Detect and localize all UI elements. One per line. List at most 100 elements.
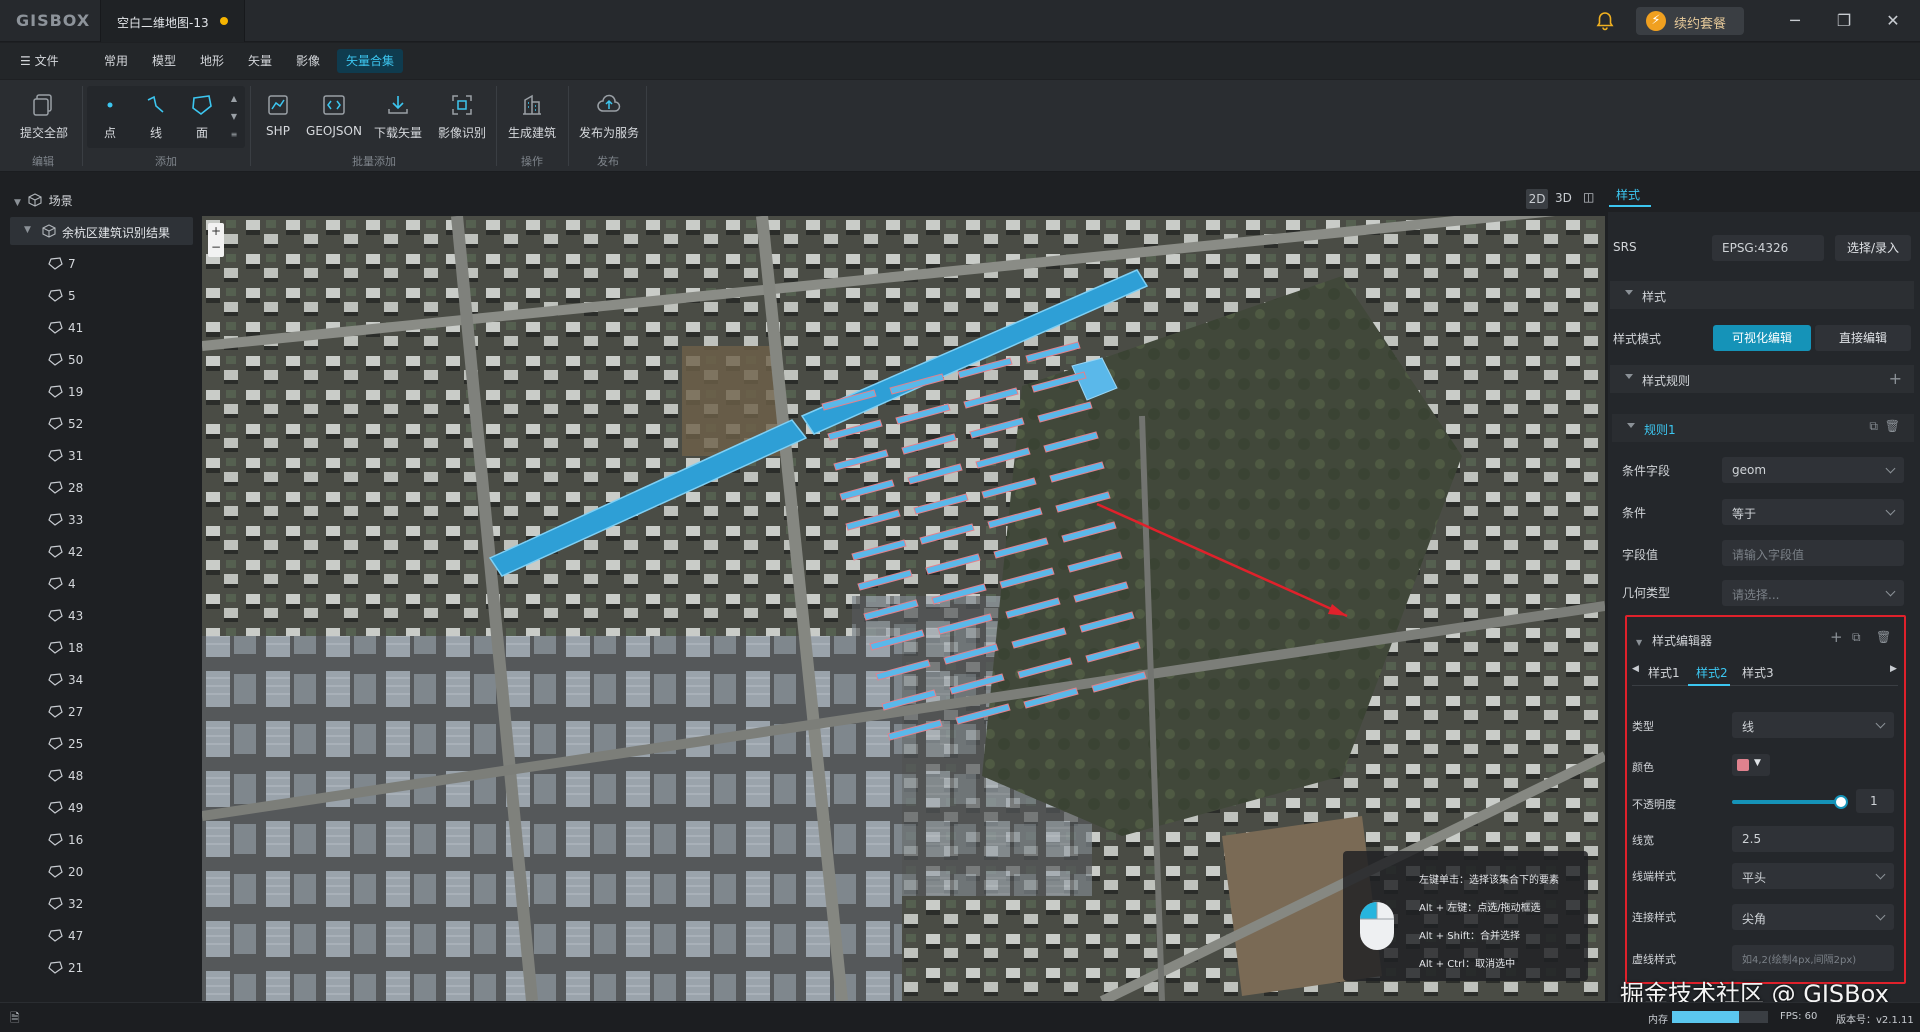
polygon-layer-icon (48, 417, 63, 430)
tree-item-label: 20 (68, 865, 84, 879)
zoom-out-icon[interactable]: − (208, 239, 224, 255)
status-bar: 🗎 内存 FPS: 60 版本号：v2.1.11 (0, 1002, 1920, 1032)
tree-root-label: 余杭区建筑识别结果 (62, 226, 171, 240)
toolbar-divider (82, 86, 83, 166)
polygon-layer-icon (48, 289, 63, 302)
zoom-control[interactable]: + − (208, 223, 224, 257)
add-group-caption: 添加 (155, 155, 177, 168)
tree-item-label: 52 (68, 417, 84, 431)
polygon-layer-icon (48, 897, 63, 910)
building-icon (523, 94, 541, 115)
rule1-label: 规则1 (1644, 423, 1676, 437)
add-scroll-arrows[interactable]: ▲ ▼ ≡ (228, 90, 240, 144)
direct-edit-button[interactable]: 直接编辑 (1815, 325, 1911, 351)
style-rules-label: 样式规则 (1642, 374, 1691, 388)
publish-service-button[interactable]: 发布为服务 (576, 92, 642, 141)
polygon-layer-icon (48, 449, 63, 462)
publish-service-label: 发布为服务 (578, 126, 639, 140)
add-point-button[interactable]: 点 (95, 92, 125, 141)
srs-select-button[interactable]: 选择/录入 (1835, 235, 1911, 261)
tree-item-label: 47 (68, 929, 84, 943)
tree-item-label: 18 (68, 641, 84, 655)
download-vector-button[interactable]: 下载矢量 (370, 92, 426, 141)
restore-icon[interactable]: ❐ (1833, 10, 1855, 32)
polygon-layer-icon (48, 577, 63, 590)
geometry-type-label: 几何类型 (1622, 586, 1671, 600)
rule1-header[interactable]: 规则1 ⧉ 🗑 (1612, 414, 1914, 442)
hint-alt-left: Alt + 左键：点选/拖动框选 (1419, 903, 1541, 914)
view-2d-button[interactable]: 2D (1526, 189, 1548, 209)
tree-item-label: 34 (68, 673, 84, 687)
shp-button[interactable]: SHP (258, 92, 298, 138)
view-3d-button[interactable]: 3D (1555, 191, 1572, 205)
menu-terrain[interactable]: 地形 (200, 52, 224, 69)
tab-style[interactable]: 样式 (1616, 186, 1640, 203)
condition-field-select[interactable]: geom (1722, 457, 1904, 483)
caret-down-icon (1627, 423, 1635, 428)
menu-imagery[interactable]: 影像 (296, 52, 320, 69)
condition-label: 条件 (1622, 506, 1647, 520)
add-polygon-button[interactable]: 面 (187, 92, 217, 141)
hint-left-click: 左键单击：选择该集合下的要素 (1419, 875, 1559, 886)
lightning-icon: ⚡ (1646, 11, 1666, 31)
split-view-icon[interactable]: ◫ (1583, 190, 1594, 204)
condition-value: 等于 (1732, 507, 1757, 521)
renew-plan-button[interactable]: ⚡ 续约套餐 (1636, 7, 1744, 35)
polygon-layer-icon (48, 929, 63, 942)
add-line-button[interactable]: 线 (141, 92, 171, 141)
tree-item-label: 16 (68, 833, 84, 847)
zoom-in-icon[interactable]: + (208, 223, 224, 239)
copy-icon[interactable]: ⧉ (1869, 419, 1878, 434)
submit-all-button[interactable]: 提交全部 (16, 92, 72, 141)
style-section-header[interactable]: 样式 (1610, 281, 1914, 309)
document-tab[interactable]: 空白二维地图-13 (100, 0, 245, 42)
menu-vector[interactable]: 矢量 (248, 52, 272, 69)
renew-plan-label: 续约套餐 (1674, 17, 1727, 32)
close-icon[interactable]: ✕ (1882, 10, 1904, 32)
submit-all-label: 提交全部 (19, 126, 68, 140)
geometry-type-select[interactable]: 请选择... (1722, 580, 1904, 606)
tree-item-label: 42 (68, 545, 84, 559)
download-vector-label: 下载矢量 (373, 126, 422, 140)
polygon-layer-icon (48, 705, 63, 718)
tree-root-node[interactable]: ▼ 余杭区建筑识别结果 (10, 217, 193, 245)
style-section-label: 样式 (1642, 290, 1667, 304)
srs-label: SRS (1613, 240, 1637, 254)
polygon-icon (192, 95, 212, 116)
download-icon (388, 96, 408, 114)
polygon-layer-icon (48, 609, 63, 622)
document-tab-title: 空白二维地图-13 (117, 16, 209, 30)
minimize-icon[interactable]: ─ (1784, 10, 1806, 32)
tree-item-label: 50 (68, 353, 84, 367)
tree-scene-node[interactable]: ▼ 场景 (14, 192, 73, 209)
add-rule-icon[interactable]: + (1889, 369, 1902, 388)
generate-building-button[interactable]: 生成建筑 (504, 92, 560, 141)
mouse-hint-panel: 左键单击：选择该集合下的要素 Alt + 左键：点选/拖动框选 Alt + Sh… (1343, 851, 1588, 981)
tab-style-underline (1609, 205, 1651, 207)
bell-icon[interactable] (1594, 10, 1616, 32)
menu-common[interactable]: 常用 (104, 52, 128, 69)
add-line-label: 线 (149, 126, 162, 140)
document-icon[interactable]: 🗎 (10, 1009, 20, 1030)
tree-item-label: 25 (68, 737, 84, 751)
shp-file-icon (268, 95, 288, 115)
geojson-button[interactable]: GEOJSON (304, 92, 364, 138)
image-recognition-button[interactable]: 影像识别 (434, 92, 490, 141)
style-rules-header[interactable]: 样式规则 + (1610, 365, 1914, 393)
point-icon (107, 102, 113, 108)
cube-icon (28, 193, 42, 207)
srs-input[interactable]: EPSG:4326 (1712, 235, 1824, 261)
menu-file[interactable]: ☰ 文件 (20, 52, 59, 69)
memory-bar-fill (1672, 1011, 1740, 1023)
edit-group-caption: 编辑 (32, 155, 54, 168)
field-value-input[interactable]: 请输入字段值 (1722, 540, 1904, 566)
trash-icon[interactable]: 🗑 (1885, 419, 1900, 433)
condition-select[interactable]: 等于 (1722, 499, 1904, 525)
add-point-label: 点 (103, 126, 116, 140)
tree-item-label: 31 (68, 449, 84, 463)
visual-edit-button[interactable]: 可视化编辑 (1713, 325, 1811, 351)
menu-file-label: 文件 (34, 54, 59, 68)
menu-model[interactable]: 模型 (152, 52, 176, 69)
menu-vector-collection[interactable]: 矢量合集 (337, 49, 403, 73)
app-window: GISBOX 空白二维地图-13 ⚡ 续约套餐 ─ ❐ ✕ ☰ 文件 常用 模型… (0, 0, 1920, 1032)
